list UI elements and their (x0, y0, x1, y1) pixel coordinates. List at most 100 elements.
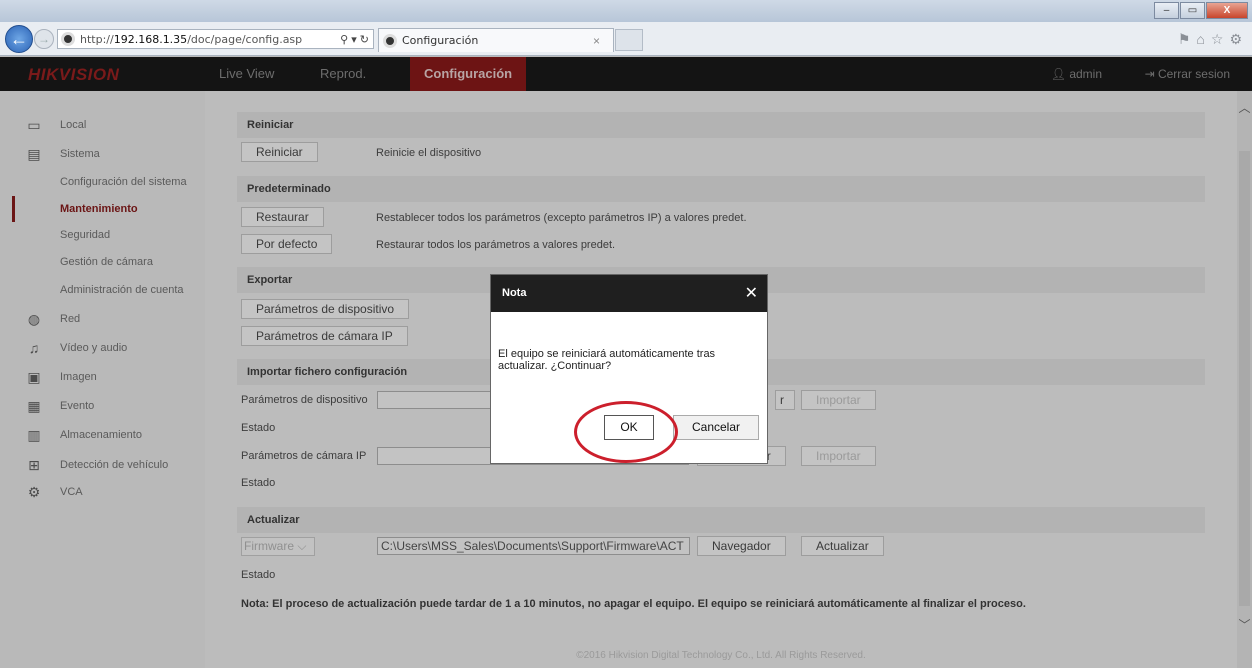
calendar-icon: ▦ (27, 398, 41, 414)
sidebar-item-account-admin[interactable]: Administración de cuenta (0, 277, 205, 303)
logout-button[interactable]: ⇥ Cerrar sesion (1145, 67, 1230, 81)
sidebar-item-event[interactable]: ▦ Evento (0, 393, 205, 419)
nav-playback[interactable]: Reprod. (306, 57, 380, 91)
sidebar-item-label: Sistema (60, 148, 100, 160)
copyright-footer: ©2016 Hikvision Digital Technology Co., … (576, 650, 866, 661)
sidebar-item-storage[interactable]: ▥ Almacenamiento (0, 422, 205, 448)
sidebar-item-label: Administración de cuenta (60, 284, 184, 296)
video-audio-icon: ♫ (28, 340, 40, 356)
sidebar-item-local[interactable]: ▭ Local (0, 112, 205, 138)
sidebar-item-security[interactable]: Seguridad (0, 222, 205, 248)
feeds-icon[interactable]: ⚑ (1178, 31, 1191, 48)
browser-tab[interactable]: Configuración × (378, 28, 614, 52)
home-icon[interactable]: ⌂ (1196, 31, 1204, 48)
sidebar-item-label: Seguridad (60, 229, 111, 241)
vehicle-detection-icon: ⊞ (28, 457, 40, 473)
system-icon: ▤ (27, 146, 41, 162)
tab-site-icon (383, 33, 397, 48)
restore-description: Restablecer todos los parámetros (except… (376, 212, 747, 224)
section-default-header: Predeterminado (237, 176, 1205, 202)
sidebar-item-label: Evento (60, 400, 95, 412)
tab-close-icon[interactable]: × (593, 34, 613, 48)
sidebar-item-label: Vídeo y audio (60, 342, 128, 354)
sidebar-item-video-audio[interactable]: ♫ Vídeo y audio (0, 335, 205, 361)
search-refresh-icon[interactable]: ⚲ ▾ ↻ (340, 33, 373, 46)
user-menu[interactable]: 👤︎ admin (1051, 67, 1102, 81)
user-icon: 👤︎ (1050, 67, 1066, 81)
dialog-close-icon[interactable]: ✕ (745, 275, 758, 312)
sidebar-item-system-config[interactable]: Configuración del sistema (0, 169, 205, 195)
vertical-scrollbar[interactable]: ︿ ﹀ (1237, 91, 1252, 668)
import-device-label: Parámetros de dispositivo (241, 394, 368, 406)
favorites-icon[interactable]: ☆ (1211, 31, 1224, 48)
forward-button[interactable]: → (34, 29, 54, 49)
sidebar-item-label: Configuración del sistema (60, 176, 187, 188)
sidebar: ▭ Local ▤ Sistema Configuración del sistem… (0, 91, 205, 668)
app-topbar: HIKVISION Live View Reprod. Configuració… (0, 57, 1252, 91)
address-text[interactable]: http://192.168.1.35/doc/page/config.asp (80, 33, 340, 46)
upgrade-status-label: Estado (241, 569, 276, 581)
address-bar[interactable]: http://192.168.1.35/doc/page/config.asp … (57, 29, 374, 49)
sidebar-item-system[interactable]: ▤ Sistema (0, 141, 205, 167)
dialog-message: El equipo se reiniciará automáticamente … (498, 348, 716, 372)
dialog-title: Nota (502, 287, 527, 299)
sidebar-item-label: VCA (60, 486, 83, 498)
sidebar-item-vehicle-detection[interactable]: ⊞ Detección de vehículo (0, 452, 205, 478)
upgrade-browse-button[interactable]: Navegador (697, 536, 786, 556)
new-tab-button[interactable] (615, 29, 643, 51)
upgrade-button[interactable]: Actualizar (801, 536, 884, 556)
import-device-browse-button[interactable]: r (775, 390, 795, 410)
sidebar-item-label: Detección de vehículo (60, 459, 169, 471)
import-device-button[interactable]: Importar (801, 390, 876, 410)
globe-icon: ◍ (27, 311, 41, 327)
factory-default-button[interactable]: Por defecto (241, 234, 333, 254)
sidebar-item-image[interactable]: ▣ Imagen (0, 364, 205, 390)
monitor-icon: ▭ (27, 117, 41, 133)
minimize-button[interactable]: – (1154, 2, 1179, 19)
sidebar-item-vca[interactable]: ⚙ VCA (0, 479, 205, 505)
browser-tools: ⚑ ⌂ ☆ ⚙ (1178, 31, 1242, 48)
reboot-description: Reinicie el dispositivo (376, 147, 482, 159)
tab-title: Configuración (402, 34, 479, 47)
factory-default-description: Restaurar todos los parámetros a valores… (376, 239, 616, 251)
logout-label: Cerrar sesion (1157, 67, 1230, 81)
scroll-down-icon[interactable]: ﹀ (1237, 616, 1252, 632)
restore-button[interactable]: Restaurar (241, 207, 324, 227)
image-icon: ▣ (27, 369, 41, 385)
sidebar-item-camera-management[interactable]: Gestión de cámara (0, 249, 205, 275)
browser-titlebar: – ▭ X (0, 0, 1252, 22)
hikvision-logo: HIKVISION (28, 65, 120, 84)
upgrade-type-select[interactable]: Firmware ⌵ (241, 537, 315, 556)
dialog-header: Nota ✕ (491, 275, 767, 312)
maximize-button[interactable]: ▭ (1180, 2, 1205, 19)
vca-icon: ⚙ (27, 484, 41, 500)
sidebar-item-maintenance[interactable]: Mantenimiento (0, 196, 205, 222)
section-upgrade-header: Actualizar (237, 507, 1205, 533)
scroll-up-icon[interactable]: ︿ (1237, 99, 1252, 115)
nav-configuration[interactable]: Configuración (410, 57, 527, 91)
username: admin (1069, 67, 1102, 81)
dialog-cancel-button[interactable]: Cancelar (673, 415, 759, 440)
scroll-thumb[interactable] (1239, 151, 1250, 606)
import-ip-camera-label: Parámetros de cámara IP (241, 450, 367, 462)
upgrade-note: Nota: El proceso de actualización puede … (241, 598, 1026, 610)
sidebar-item-label: Imagen (60, 371, 97, 383)
logout-icon: ⇥ (1144, 67, 1155, 81)
sidebar-item-label: Red (60, 313, 81, 325)
sidebar-item-network[interactable]: ◍ Red (0, 306, 205, 332)
export-ip-camera-params-button[interactable]: Parámetros de cámara IP (241, 326, 408, 346)
import-ip-camera-status-label: Estado (241, 477, 276, 489)
ok-highlight-circle (574, 401, 678, 463)
back-button[interactable]: ← (5, 25, 33, 53)
firmware-file-path-field[interactable]: C:\Users\MSS_Sales\Documents\Support\Fir… (377, 537, 690, 555)
export-device-params-button[interactable]: Parámetros de dispositivo (241, 299, 410, 319)
close-window-button[interactable]: X (1206, 2, 1248, 19)
upgrade-type-value: Firmware (244, 539, 294, 553)
import-ip-camera-button[interactable]: Importar (801, 446, 876, 466)
nav-live-view[interactable]: Live View (205, 57, 288, 91)
reboot-button[interactable]: Reiniciar (241, 142, 318, 162)
section-reboot-header: Reiniciar (237, 112, 1205, 138)
sidebar-item-label: Gestión de cámara (60, 256, 153, 268)
sidebar-item-label: Almacenamiento (60, 429, 142, 441)
settings-gear-icon[interactable]: ⚙ (1229, 31, 1242, 48)
